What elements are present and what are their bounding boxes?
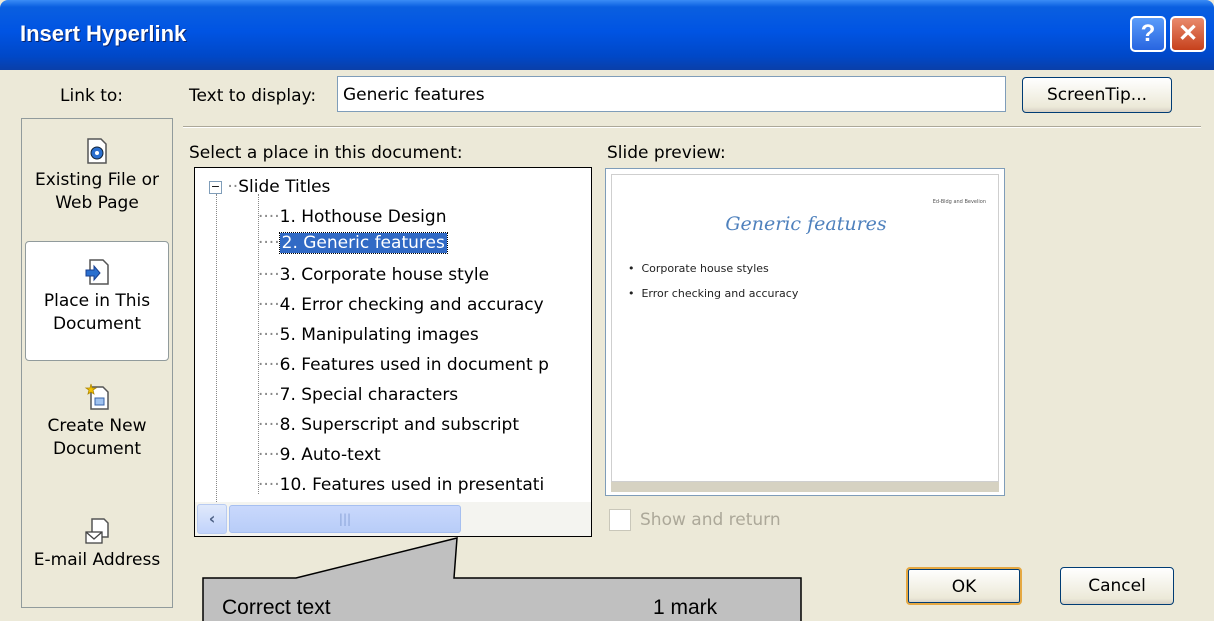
callout-mark: 1 mark	[653, 596, 718, 619]
insert-hyperlink-dialog: Insert Hyperlink ? ✕ Link to: Existing F…	[0, 0, 1214, 621]
callout-text: Correct text	[222, 596, 331, 619]
callout-shape	[202, 537, 802, 621]
